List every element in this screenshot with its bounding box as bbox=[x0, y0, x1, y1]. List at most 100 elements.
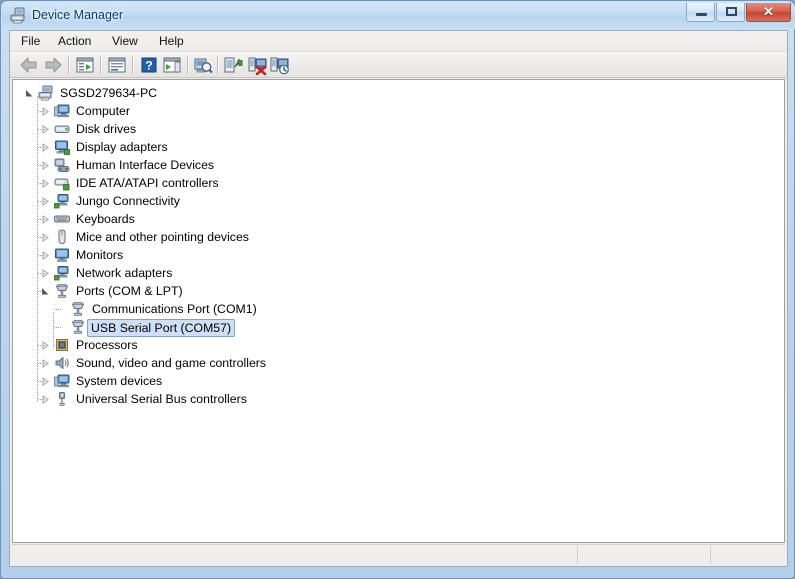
window-controls: ✕ bbox=[685, 3, 791, 22]
help-icon[interactable]: ? bbox=[138, 55, 160, 75]
tree-node-system-devices[interactable]: System devices bbox=[13, 372, 784, 390]
tree-node-disk-drives[interactable]: Disk drives bbox=[13, 120, 784, 138]
expander-collapsed-icon[interactable] bbox=[41, 125, 50, 134]
scan-for-hardware-changes-icon[interactable] bbox=[192, 55, 214, 75]
computer-root-icon bbox=[38, 85, 54, 101]
maximize-icon bbox=[726, 7, 737, 16]
tree-node-ide-controllers[interactable]: IDE ATA/ATAPI controllers bbox=[13, 174, 784, 192]
tree-node-sound-video-game[interactable]: Sound, video and game controllers bbox=[13, 354, 784, 372]
svg-text:?: ? bbox=[145, 59, 152, 73]
minimize-button[interactable] bbox=[686, 3, 715, 22]
expander-collapsed-icon[interactable] bbox=[41, 161, 50, 170]
expander-collapsed-icon[interactable] bbox=[41, 341, 50, 350]
title-bar[interactable]: Device Manager ✕ bbox=[2, 2, 795, 29]
show-hide-action-pane-icon[interactable] bbox=[161, 55, 183, 75]
tree-node-network-adapters[interactable]: Network adapters bbox=[13, 264, 784, 282]
tree-node-processors[interactable]: Processors bbox=[13, 336, 784, 354]
tree-node-label: Network adapters bbox=[73, 264, 175, 282]
network-adapter-icon bbox=[54, 265, 70, 281]
expander-collapsed-icon[interactable] bbox=[41, 269, 50, 278]
tree-node-usb-controllers[interactable]: Universal Serial Bus controllers bbox=[13, 390, 784, 408]
toolbar-separator-5 bbox=[217, 56, 219, 74]
tree-node-computer[interactable]: Computer bbox=[13, 102, 784, 120]
tree-node-label: Monitors bbox=[73, 246, 126, 264]
tree-node-ports[interactable]: Ports (COM & LPT) bbox=[13, 282, 784, 300]
back-icon[interactable] bbox=[18, 55, 40, 75]
tree-node-label: Sound, video and game controllers bbox=[73, 354, 269, 372]
ide-controller-icon bbox=[54, 175, 70, 191]
port-icon bbox=[54, 283, 70, 299]
tree-node-monitors[interactable]: Monitors bbox=[13, 246, 784, 264]
menu-bar: File Action View Help bbox=[10, 31, 787, 52]
keyboard-icon bbox=[54, 211, 70, 227]
tree-node-root[interactable]: SGSD279634-PC bbox=[13, 84, 784, 102]
tree-node-usb-serial-port[interactable]: USB Serial Port (COM57) bbox=[13, 318, 784, 336]
tree-node-jungo-connectivity[interactable]: Jungo Connectivity bbox=[13, 192, 784, 210]
uninstall-device-icon[interactable] bbox=[247, 55, 269, 75]
hid-icon bbox=[54, 157, 70, 173]
maximize-button[interactable] bbox=[716, 3, 745, 22]
port-icon bbox=[70, 319, 86, 335]
display-adapter-icon bbox=[54, 139, 70, 155]
show-hide-console-tree-icon[interactable] bbox=[74, 55, 96, 75]
toolbar-separator-2 bbox=[100, 56, 102, 74]
window-title: Device Manager bbox=[32, 6, 123, 24]
port-icon bbox=[70, 301, 86, 317]
device-manager-window: Device Manager ✕ File Action View Help bbox=[0, 0, 795, 579]
menu-help[interactable]: Help bbox=[152, 33, 191, 50]
tree-node-display-adapters[interactable]: Display adapters bbox=[13, 138, 784, 156]
system-device-icon bbox=[54, 373, 70, 389]
expander-collapsed-icon[interactable] bbox=[41, 233, 50, 242]
status-bar bbox=[12, 544, 785, 564]
toolbar-separator-4 bbox=[187, 56, 189, 74]
tree-node-keyboards[interactable]: Keyboards bbox=[13, 210, 784, 228]
expander-collapsed-icon[interactable] bbox=[41, 215, 50, 224]
expander-collapsed-icon[interactable] bbox=[41, 107, 50, 116]
tree-node-label: Mice and other pointing devices bbox=[73, 228, 252, 246]
sound-icon bbox=[54, 355, 70, 371]
expander-collapsed-icon[interactable] bbox=[41, 395, 50, 404]
expander-expanded-icon[interactable] bbox=[41, 287, 50, 296]
tree-node-label: Human Interface Devices bbox=[73, 156, 217, 174]
tree-node-label: USB Serial Port (COM57) bbox=[87, 319, 235, 337]
menu-action[interactable]: Action bbox=[51, 33, 98, 50]
disable-device-icon[interactable] bbox=[269, 55, 291, 75]
tree-node-label: Communications Port (COM1) bbox=[89, 300, 260, 318]
forward-icon[interactable] bbox=[42, 55, 64, 75]
expander-expanded-icon[interactable] bbox=[25, 89, 34, 98]
expander-collapsed-icon[interactable] bbox=[41, 197, 50, 206]
device-manager-icon bbox=[10, 7, 27, 24]
tree-node-label: Jungo Connectivity bbox=[73, 192, 183, 210]
expander-collapsed-icon[interactable] bbox=[41, 251, 50, 260]
processor-icon bbox=[54, 337, 70, 353]
toolbar-separator-1 bbox=[68, 56, 70, 74]
tree-connector bbox=[54, 327, 61, 328]
expander-collapsed-icon[interactable] bbox=[41, 377, 50, 386]
jungo-icon bbox=[54, 193, 70, 209]
tree-node-label: Disk drives bbox=[73, 120, 139, 138]
mouse-icon bbox=[54, 229, 70, 245]
close-button[interactable]: ✕ bbox=[746, 3, 791, 22]
properties-icon[interactable] bbox=[106, 55, 128, 75]
tree-node-human-interface-devices[interactable]: Human Interface Devices bbox=[13, 156, 784, 174]
update-driver-software-icon[interactable] bbox=[222, 55, 244, 75]
expander-collapsed-icon[interactable] bbox=[41, 143, 50, 152]
tree-node-mice[interactable]: Mice and other pointing devices bbox=[13, 228, 784, 246]
expander-collapsed-icon[interactable] bbox=[41, 179, 50, 188]
disk-drive-icon bbox=[54, 121, 70, 137]
device-tree[interactable]: SGSD279634-PC bbox=[12, 79, 785, 543]
tree-node-label: Keyboards bbox=[73, 210, 138, 228]
tree-node-communications-port[interactable]: Communications Port (COM1) bbox=[13, 300, 784, 318]
minimize-icon bbox=[696, 13, 707, 16]
menu-file[interactable]: File bbox=[14, 33, 47, 50]
toolbar-separator-3 bbox=[132, 56, 134, 74]
monitor-icon bbox=[54, 247, 70, 263]
usb-controller-icon bbox=[54, 391, 70, 407]
menu-view[interactable]: View bbox=[105, 33, 145, 50]
tree-connector bbox=[54, 309, 61, 310]
expander-collapsed-icon[interactable] bbox=[41, 359, 50, 368]
tree-node-label: Processors bbox=[73, 336, 141, 354]
tree-node-label: Universal Serial Bus controllers bbox=[73, 390, 250, 408]
toolbar: ? bbox=[10, 52, 787, 78]
tree-node-label: Display adapters bbox=[73, 138, 171, 156]
